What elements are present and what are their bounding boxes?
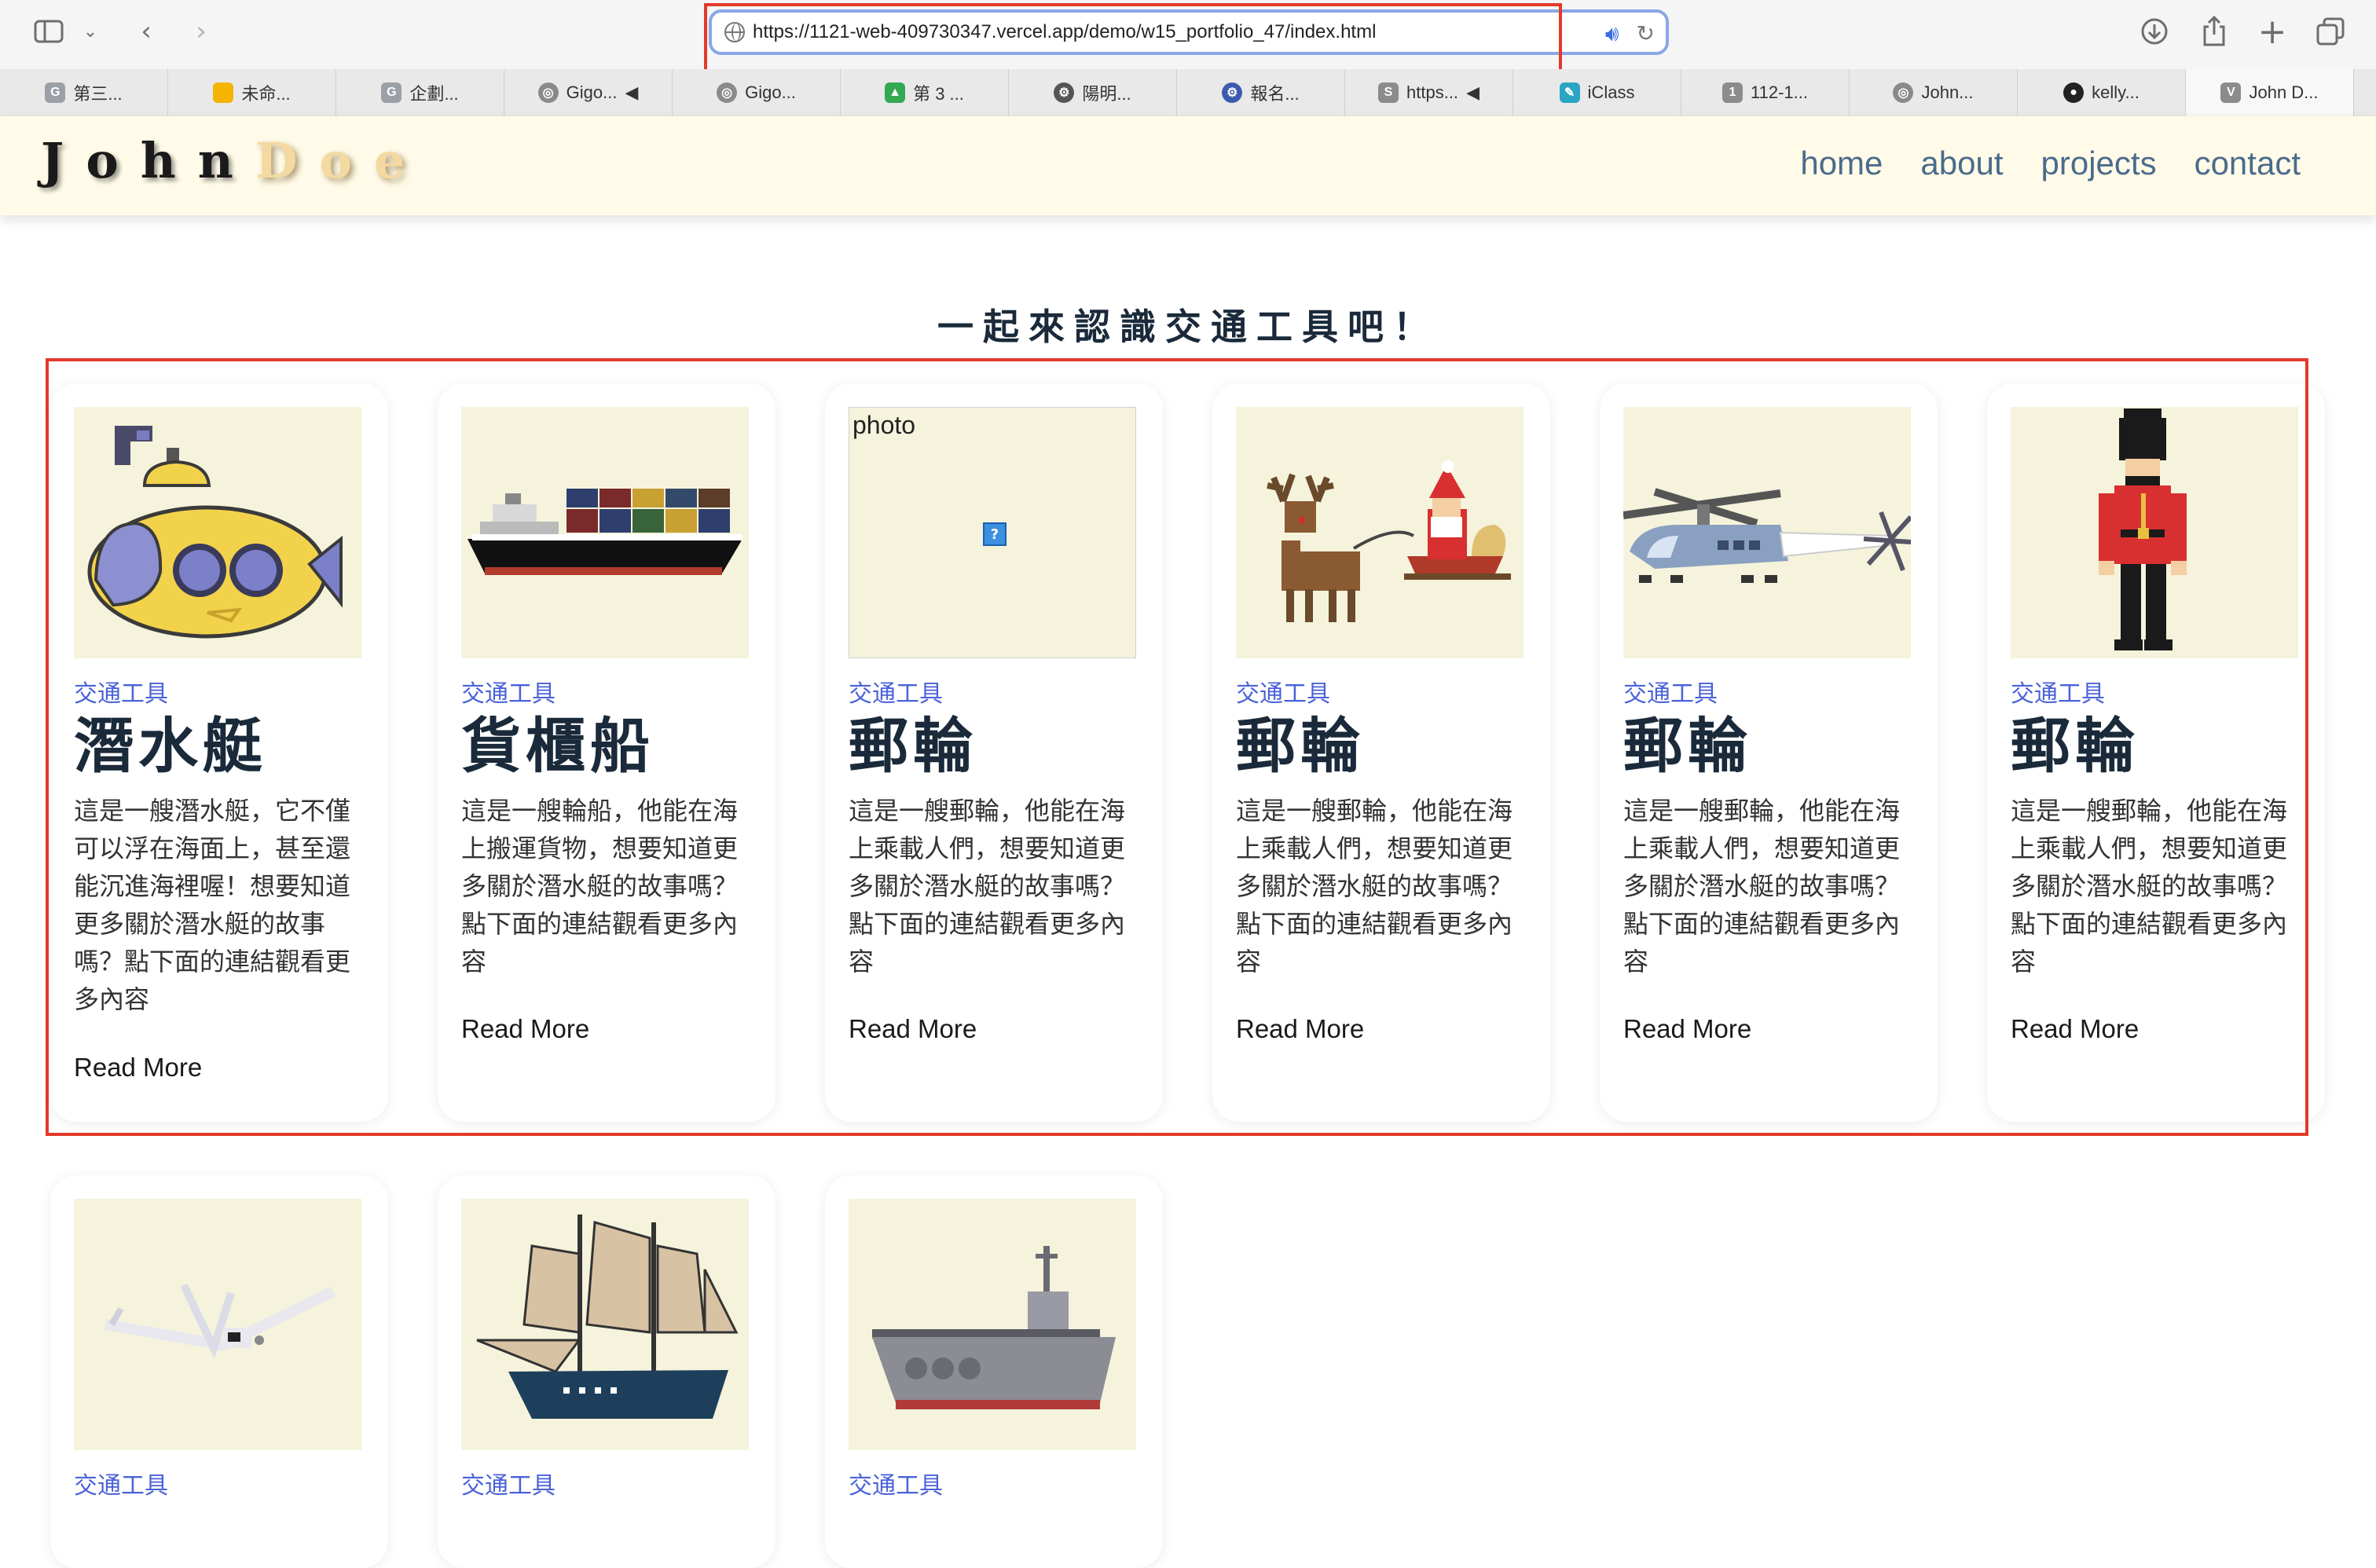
main-nav: home about projects contact [1800, 145, 2301, 182]
tab-label: 第三... [73, 84, 123, 104]
chevron-down-icon[interactable]: ⌄ [79, 11, 102, 52]
browser-tab[interactable]: 1 112-1... [1681, 69, 1850, 116]
tab-label: 112-1... [1751, 82, 1808, 102]
google-icon: G [381, 82, 402, 103]
nav-contact[interactable]: contact [2194, 145, 2301, 182]
card-airplane: 交通工具 [50, 1175, 388, 1568]
forward-icon[interactable]: › [185, 11, 217, 52]
browser-tab[interactable]: ▲ 第 3 ... [841, 69, 1009, 116]
iclass-icon: ✎ [1559, 82, 1580, 103]
tab-label: 第 3 ... [913, 84, 964, 104]
tab-label: Gigo... [566, 82, 618, 102]
tab-label: kelly... [2092, 82, 2140, 102]
s-icon: S [1378, 82, 1399, 103]
university-icon: ⚙ [1054, 82, 1075, 103]
browser-tab[interactable]: Shttps... ◀ [1345, 69, 1513, 116]
download-icon[interactable] [2137, 11, 2172, 52]
tab-label: 陽明... [1082, 84, 1131, 104]
speaker-icon[interactable]: 🔊︎ [1605, 20, 1619, 47]
browser-tab[interactable]: 未命... [168, 69, 336, 116]
github-icon: ● [2063, 82, 2084, 103]
tab-label: iClass [1587, 82, 1635, 102]
browser-tab[interactable]: G 第三... [0, 69, 168, 116]
tab-strip: G 第三... 未命... G 企劃... ◎ Gigo... ◀ ◎ Gigo... ▲… [0, 69, 2376, 117]
drive-icon: ▲ [885, 82, 906, 103]
google-icon: G [45, 82, 66, 103]
speaker-icon[interactable]: ◀ [1466, 82, 1480, 103]
nav-projects[interactable]: projects [2041, 145, 2157, 182]
site-header: JohnDoe home about projects contact [0, 116, 2376, 215]
tab-label: https... [1406, 82, 1459, 102]
speaker-icon[interactable]: ◀ [625, 82, 638, 103]
compass-icon: ◎ [717, 82, 738, 103]
university-icon: ⚙ [1222, 82, 1243, 103]
slides-icon [213, 82, 234, 103]
browser-tab[interactable]: G 企劃... [336, 69, 504, 116]
airplane-image [74, 1199, 361, 1450]
nav-about[interactable]: about [1920, 145, 2003, 182]
browser-tab-active[interactable]: V John D... [2186, 69, 2354, 116]
tab-label: 未命... [241, 84, 291, 104]
new-tab-icon[interactable]: + [2255, 11, 2290, 52]
card-category: 交通工具 [461, 1472, 556, 1500]
browser-tab[interactable]: ✎ iClass [1513, 69, 1681, 116]
tab-label: John... [1921, 82, 1974, 102]
sailing-ship-image [461, 1199, 749, 1450]
logo-last-name: Doe [255, 132, 427, 189]
sidebar-toggle-icon[interactable] [31, 11, 66, 52]
browser-tab[interactable]: ⚙ 報名... [1177, 69, 1345, 116]
nav-home[interactable]: home [1800, 145, 1883, 182]
cards-highlight-box [46, 358, 2308, 1136]
tab-overview-icon[interactable] [2313, 11, 2348, 52]
site-logo[interactable]: JohnDoe [41, 132, 427, 189]
number-icon: 1 [1722, 82, 1743, 103]
card-category: 交通工具 [74, 1472, 168, 1500]
reload-icon[interactable]: ↻ [1637, 20, 1655, 47]
tab-label: Gigo... [745, 82, 796, 102]
tab-label: 報名... [1250, 84, 1300, 104]
browser-tab[interactable]: ◎ John... [1850, 69, 2018, 116]
card-category: 交通工具 [849, 1472, 943, 1500]
share-icon[interactable] [2197, 11, 2231, 52]
browser-tab[interactable]: ◎ Gigo... [673, 69, 841, 116]
battleship-image [849, 1199, 1136, 1450]
card-sailing-ship: 交通工具 [438, 1175, 776, 1568]
tab-label: 企劃... [409, 84, 459, 104]
tab-label: John D... [2249, 82, 2319, 102]
back-icon[interactable]: ‹ [130, 11, 162, 52]
logo-first-name: John [41, 132, 255, 189]
card-battleship: 交通工具 [825, 1175, 1163, 1568]
browser-tab[interactable]: ◎ Gigo... ◀ [504, 69, 673, 116]
browser-tab[interactable]: ● kelly... [2018, 69, 2186, 116]
compass-icon: ◎ [537, 82, 559, 103]
browser-tab[interactable]: ⚙ 陽明... [1009, 69, 1177, 116]
vercel-icon: V [2220, 82, 2242, 103]
section-title: 一起來認識交通工具吧！ [937, 306, 1439, 348]
compass-icon: ◎ [1893, 82, 1914, 103]
